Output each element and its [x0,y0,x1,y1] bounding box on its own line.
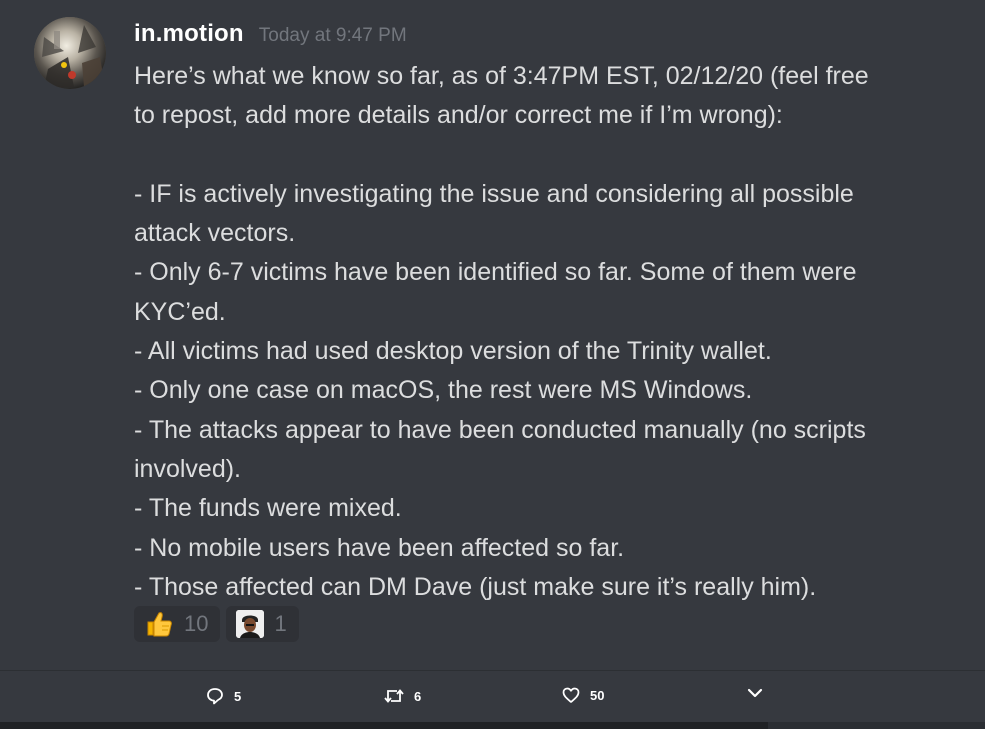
reply-icon [207,688,223,705]
heart-icon [562,687,580,703]
user-avatar[interactable] [34,17,106,89]
reply-button[interactable]: 5 [206,687,241,705]
message-line: - Those affected can DM Dave (just make … [134,572,817,601]
message-line: - The attacks appear to have been conduc… [134,415,866,444]
retweet-icon [384,689,404,703]
reaction-custom[interactable]: 1 [226,606,299,642]
message-line: to repost, add more details and/or corre… [134,101,783,130]
message-line [134,136,954,175]
retweet-count: 6 [414,688,422,704]
username[interactable]: in.motion [134,20,244,48]
message-line: - Only 6-7 victims have been identified … [134,258,857,287]
chat-message: in.motion Today at 9:47 PM Here’s what w… [0,0,985,670]
message-content: Here’s what we know so far, as of 3:47PM… [134,57,954,607]
tweet-action-bar: 5 6 50 [0,671,985,729]
message-line: Here’s what we know so far, as of 3:47PM… [134,62,869,90]
thumbs-up-icon [144,609,174,639]
message-line: - No mobile users have been affected so … [134,533,625,562]
more-options-button[interactable] [747,687,763,699]
reply-count: 5 [234,688,242,704]
reaction-count: 1 [274,611,287,636]
reaction-thumbs-up[interactable]: 10 [134,606,221,642]
bottom-edge [0,722,768,729]
reaction-count: 10 [184,611,209,636]
chevron-down-icon [747,688,763,698]
message-timestamp: Today at 9:47 PM [258,25,407,46]
message-line: KYC’ed. [134,297,226,326]
message-line: - Only one case on macOS, the rest were … [134,376,753,405]
message-line: involved). [134,454,241,483]
message-line: - IF is actively investigating the issue… [134,179,854,208]
message-line: - All victims had used desktop version o… [134,337,772,366]
avatar-image-icon [34,17,106,89]
message-line: attack vectors. [134,219,296,248]
reactions-bar: 10 1 [134,606,299,642]
retweet-button[interactable]: 6 [384,687,421,705]
message-line: - The funds were mixed. [134,494,402,523]
like-count: 50 [590,687,605,703]
custom-emoji-icon [236,610,265,638]
message-header: in.motion Today at 9:47 PM [134,20,407,52]
bottom-edge-right [768,722,985,729]
like-button[interactable]: 50 [562,687,604,703]
